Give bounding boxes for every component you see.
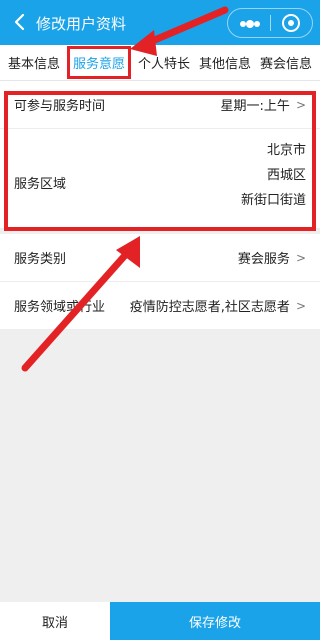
tab-event-info[interactable]: 赛会信息 [258, 47, 314, 78]
chevron-right-icon: > [295, 298, 306, 313]
more-icon[interactable] [240, 20, 260, 28]
service-area-row[interactable]: 服务区域 北京市 西城区 新街口街道 [0, 129, 320, 229]
service-field-value[interactable]: 疫情防控志愿者,社区志愿者 > [130, 296, 306, 316]
chevron-right-icon: > [295, 97, 306, 112]
service-preferences-section: 可参与服务时间 星期一:上午 > 服务区域 北京市 西城区 新街口街道 [0, 81, 320, 229]
area-street: 新街口街道 [240, 193, 306, 208]
miniapp-capsule[interactable] [227, 8, 313, 38]
tab-other-info[interactable]: 其他信息 [197, 47, 253, 78]
service-area-label: 服务区域 [14, 177, 67, 192]
back-icon[interactable] [10, 12, 30, 32]
service-more-section: 服务类别 赛会服务 > 服务领域或行业 疫情防控志愿者,社区志愿者 > [0, 234, 320, 330]
service-time-value[interactable]: 星期一:上午 > [221, 95, 306, 115]
save-button[interactable]: 保存修改 [110, 602, 320, 640]
tab-service-willingness[interactable]: 服务意愿 [66, 46, 131, 79]
tab-personal-skills[interactable]: 个人特长 [136, 47, 192, 78]
tab-basic-info[interactable]: 基本信息 [6, 47, 62, 78]
service-field-row[interactable]: 服务领域或行业 疫情防控志愿者,社区志愿者 > [0, 282, 320, 330]
service-time-row[interactable]: 可参与服务时间 星期一:上午 > [0, 81, 320, 129]
service-category-value[interactable]: 赛会服务 > [238, 248, 306, 268]
header-bar: 修改用户资料 [0, 0, 320, 45]
service-area-values[interactable]: 北京市 西城区 新街口街道 [241, 139, 306, 208]
service-time-label: 可参与服务时间 [14, 99, 106, 114]
chevron-right-icon: > [295, 250, 306, 265]
service-category-row[interactable]: 服务类别 赛会服务 > [0, 234, 320, 282]
area-city: 北京市 [266, 143, 306, 158]
area-district: 西城区 [266, 168, 306, 183]
bottom-action-bar: 取消 保存修改 [0, 602, 320, 640]
page-title: 修改用户资料 [36, 15, 127, 33]
service-field-label: 服务领域或行业 [14, 300, 106, 315]
cancel-button[interactable]: 取消 [0, 602, 110, 640]
service-category-label: 服务类别 [14, 252, 67, 267]
tab-bar: 基本信息 服务意愿 个人特长 其他信息 赛会信息 [0, 45, 320, 81]
close-miniapp-icon[interactable] [282, 14, 300, 32]
